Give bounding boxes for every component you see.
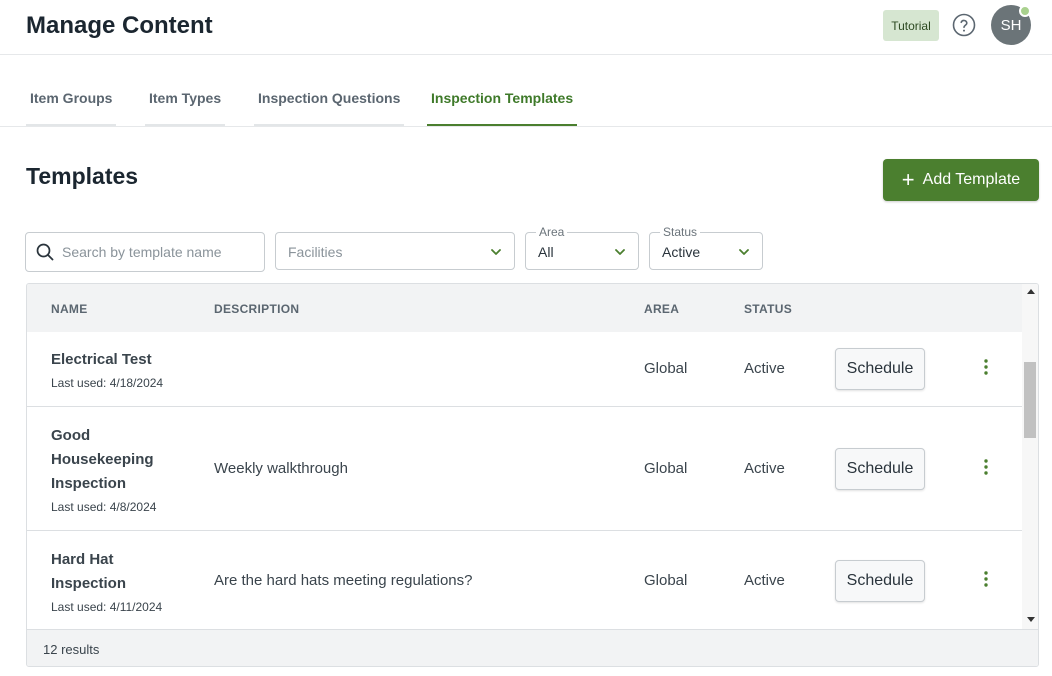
kebab-icon[interactable] [981,358,991,378]
column-header-description[interactable]: DESCRIPTION [214,302,299,316]
add-template-button[interactable]: + Add Template [883,159,1039,201]
facilities-select[interactable]: Facilities [275,232,515,270]
template-description: Weekly walkthrough [214,460,348,477]
table-row[interactable]: Good Housekeeping Inspection Last used: … [27,407,1022,531]
tab-label: Inspection Templates [431,90,574,106]
chevron-down-icon [491,249,501,255]
scroll-up-arrow-icon[interactable] [1027,289,1035,294]
template-name[interactable]: Good Housekeeping Inspection [51,424,181,496]
page-title: Manage Content [26,12,213,39]
status-value: Active [662,244,701,260]
template-area: Global [644,460,688,477]
add-template-label: Add Template [922,171,1021,188]
column-header-name[interactable]: NAME [51,302,88,316]
template-description: Are the hard hats meeting regulations? [214,572,473,589]
template-name[interactable]: Hard Hat Inspection [51,548,161,596]
schedule-button[interactable]: Schedule [835,348,925,390]
table-header: NAME DESCRIPTION AREA STATUS [27,284,1022,332]
table-row[interactable]: Electrical Test Last used: 4/18/2024 Glo… [27,332,1022,407]
table-scrollbar[interactable] [1022,284,1038,629]
template-area: Global [644,360,688,377]
last-used: Last used: 4/8/2024 [51,500,157,514]
scroll-thumb[interactable] [1024,362,1036,438]
tab-label: Item Groups [30,90,113,106]
table-footer: 12 results [27,629,1038,666]
facilities-placeholder: Facilities [288,244,343,260]
last-used: Last used: 4/11/2024 [51,600,163,614]
column-header-status[interactable]: STATUS [744,302,792,316]
template-status: Active [744,572,785,589]
section-title: Templates [26,163,139,189]
table-row[interactable]: Hard Hat Inspection Last used: 4/11/2024… [27,531,1022,629]
scroll-down-arrow-icon[interactable] [1027,617,1035,622]
kebab-icon[interactable] [981,458,991,478]
search-field[interactable] [25,232,265,272]
tab-bar: Item Groups Item Types Inspection Questi… [0,55,1052,127]
area-value: All [538,244,554,260]
search-icon [36,243,54,261]
tab-inspection-questions[interactable]: Inspection Questions [254,90,405,126]
templates-table: NAME DESCRIPTION AREA STATUS Electrical … [26,283,1039,667]
results-count: 12 results [43,642,100,657]
chevron-down-icon [615,249,625,255]
area-label: Area [536,225,568,239]
tab-item-groups[interactable]: Item Groups [26,90,117,126]
search-input[interactable] [62,241,257,263]
template-area: Global [644,572,688,589]
tab-label: Item Types [149,90,222,106]
tab-label: Inspection Questions [258,90,401,106]
schedule-button[interactable]: Schedule [835,560,925,602]
tab-item-types[interactable]: Item Types [145,90,226,126]
kebab-icon[interactable] [981,570,991,590]
template-name[interactable]: Electrical Test [51,348,191,372]
schedule-button[interactable]: Schedule [835,448,925,490]
status-label: Status [660,225,701,239]
plus-icon: + [901,167,915,192]
template-status: Active [744,360,785,377]
template-status: Active [744,460,785,477]
area-select[interactable]: Area All [525,225,639,270]
online-status-dot [1019,5,1031,17]
chevron-down-icon [739,249,749,255]
help-circle-icon[interactable] [952,13,976,37]
column-header-area[interactable]: AREA [644,302,679,316]
top-bar: Manage Content Tutorial SH [0,0,1052,55]
last-used: Last used: 4/18/2024 [51,376,164,390]
tab-inspection-templates[interactable]: Inspection Templates [427,90,578,126]
status-select[interactable]: Status Active [649,225,763,270]
tutorial-button[interactable]: Tutorial [883,10,939,41]
